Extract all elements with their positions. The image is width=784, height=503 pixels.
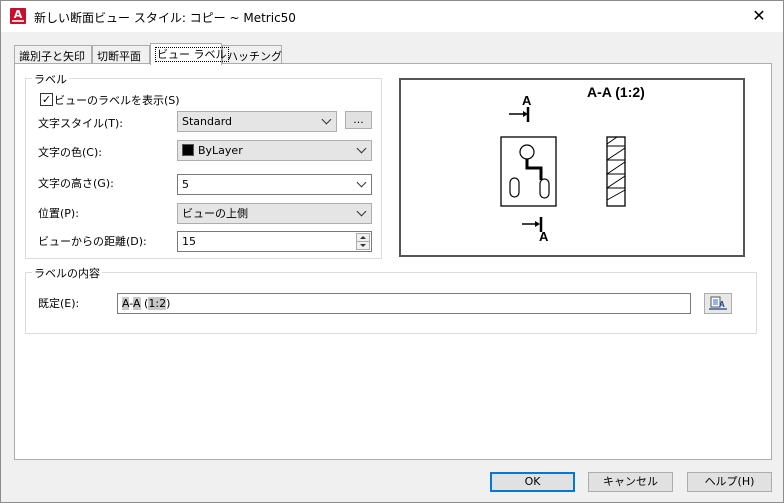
svg-text:A: A — [719, 300, 725, 309]
text-style-label: 文字スタイル(T): — [38, 117, 124, 130]
cancel-button[interactable]: キャンセル — [588, 472, 673, 492]
text-height-select[interactable]: 5 — [177, 174, 372, 195]
label-group: ラベル ✓ ビューのラベルを表示(S) 文字スタイル(T): Standard … — [25, 71, 382, 259]
field-insert-icon: A — [709, 296, 727, 310]
ok-button[interactable]: OK — [490, 472, 575, 492]
chevron-down-icon — [356, 206, 367, 217]
text-style-select[interactable]: Standard — [177, 111, 337, 132]
spin-down-icon[interactable] — [356, 241, 370, 250]
default-label: 既定(E): — [38, 297, 80, 310]
distance-spinner[interactable]: 15 — [177, 231, 372, 252]
close-icon[interactable]: ✕ — [746, 4, 772, 28]
label-contents-title: ラベルの内容 — [32, 265, 102, 281]
preview-pane: A-A (1:2) A A — [399, 78, 745, 257]
color-swatch — [182, 144, 194, 156]
location-label: 位置(P): — [38, 207, 79, 220]
chevron-down-icon — [321, 114, 332, 125]
title-bar: A 新しい断面ビュー スタイル: コピー ~ Metric50 ✕ — [1, 1, 783, 32]
dialog-window: A 新しい断面ビュー スタイル: コピー ~ Metric50 ✕ 識別子と矢印… — [0, 0, 784, 503]
chevron-down-icon — [356, 143, 367, 154]
autocad-app-icon: A — [10, 8, 26, 24]
text-color-label: 文字の色(C): — [38, 146, 102, 159]
tab-identifiers-arrows[interactable]: 識別子と矢印 — [14, 45, 92, 64]
label-content-field[interactable]: A-A (1:2) — [117, 293, 691, 314]
location-select[interactable]: ビューの上側 — [177, 203, 372, 224]
show-label-checkbox[interactable]: ✓ — [40, 93, 53, 106]
preview-drawing — [500, 107, 626, 232]
label-contents-group: ラベルの内容 既定(E): A-A (1:2) A — [25, 265, 757, 334]
chevron-down-icon — [356, 177, 367, 188]
tab-view-label[interactable]: ビュー ラベル — [150, 43, 229, 65]
show-label-text: ビューのラベルを表示(S) — [54, 94, 180, 107]
tab-hatching[interactable]: ハッチング — [222, 45, 282, 64]
field-editor-button[interactable]: A — [704, 293, 732, 314]
text-color-select[interactable]: ByLayer — [177, 140, 372, 161]
distance-label: ビューからの距離(D): — [38, 235, 147, 248]
label-group-title: ラベル — [32, 71, 69, 87]
text-style-browse-button[interactable]: ... — [345, 111, 372, 129]
help-button[interactable]: ヘルプ(H) — [687, 472, 772, 492]
text-height-label: 文字の高さ(G): — [38, 177, 114, 190]
tab-panel: ラベル ✓ ビューのラベルを表示(S) 文字スタイル(T): Standard … — [14, 63, 772, 460]
tab-cutting-plane[interactable]: 切断平面 — [92, 45, 150, 64]
window-title: 新しい断面ビュー スタイル: コピー ~ Metric50 — [34, 11, 296, 25]
